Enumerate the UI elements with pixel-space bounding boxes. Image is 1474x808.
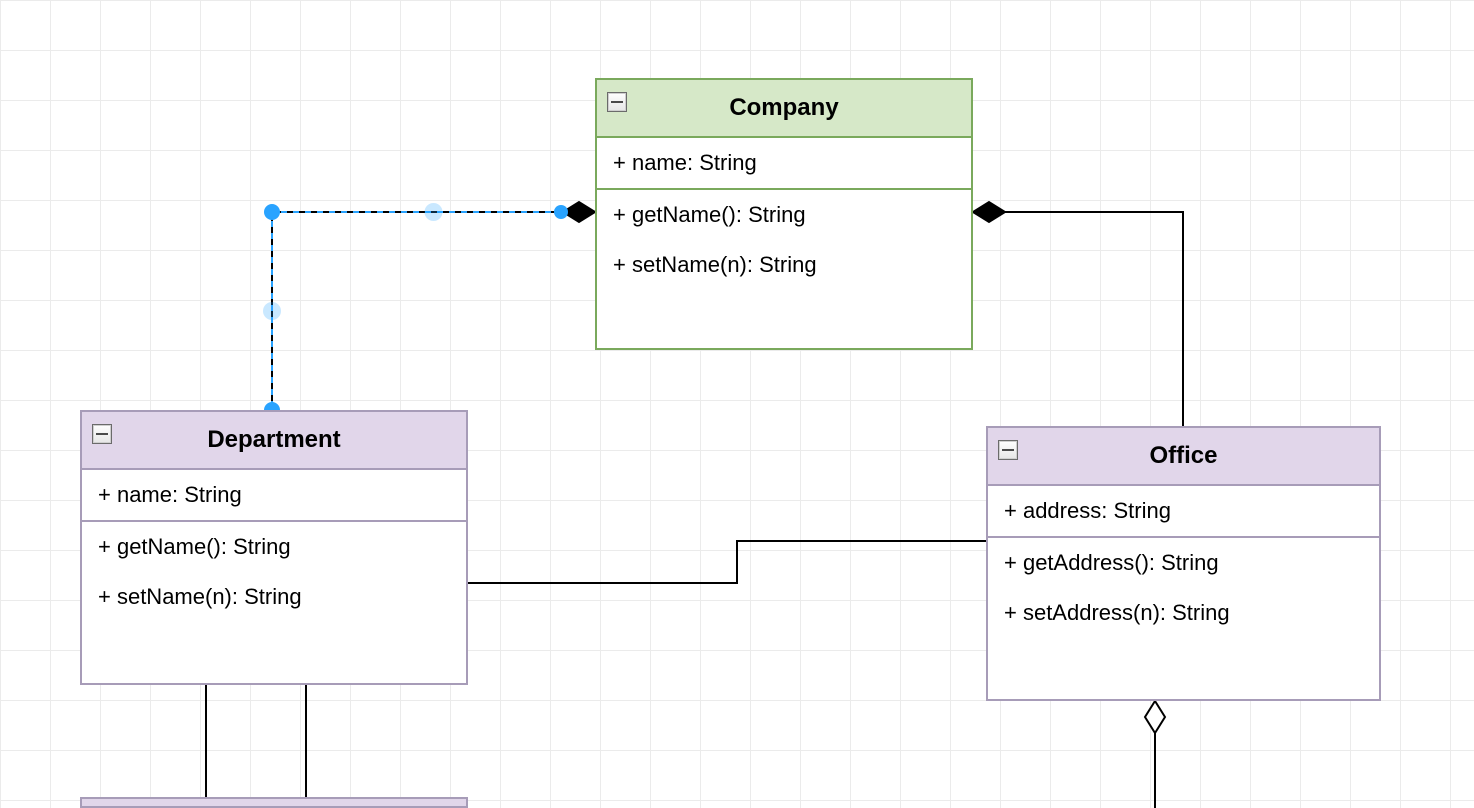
class-operation[interactable]: + getName(): String — [597, 190, 971, 240]
class-office-header[interactable]: Office — [988, 428, 1379, 486]
collapse-toggle-icon[interactable] — [607, 92, 627, 112]
class-partial[interactable] — [80, 797, 468, 808]
operations-section: + getAddress(): String + setAddress(n): … — [988, 538, 1379, 638]
class-company-header[interactable]: Company — [597, 80, 971, 138]
collapse-toggle-icon[interactable] — [92, 424, 112, 444]
attributes-section: + name: String — [82, 470, 466, 522]
class-company[interactable]: Company + name: String + getName(): Stri… — [595, 78, 973, 350]
class-attribute[interactable]: + address: String — [988, 486, 1379, 536]
class-partial-header[interactable] — [82, 799, 466, 808]
class-operation[interactable]: + getName(): String — [82, 522, 466, 572]
diagram-canvas[interactable]: Company + name: String + getName(): Stri… — [0, 0, 1474, 808]
class-operation[interactable]: + setAddress(n): String — [988, 588, 1379, 638]
class-office[interactable]: Office + address: String + getAddress():… — [986, 426, 1381, 701]
class-attribute[interactable]: + name: String — [82, 470, 466, 520]
class-operation[interactable]: + setName(n): String — [597, 240, 971, 290]
attributes-section: + address: String — [988, 486, 1379, 538]
class-department[interactable]: Department + name: String + getName(): S… — [80, 410, 468, 685]
attributes-section: + name: String — [597, 138, 971, 190]
class-attribute[interactable]: + name: String — [597, 138, 971, 188]
collapse-toggle-icon[interactable] — [998, 440, 1018, 460]
class-operation[interactable]: + setName(n): String — [82, 572, 466, 622]
class-title: Department — [207, 426, 340, 453]
class-operation[interactable]: + getAddress(): String — [988, 538, 1379, 588]
operations-section: + getName(): String + setName(n): String — [82, 522, 466, 622]
class-department-header[interactable]: Department — [82, 412, 466, 470]
class-title: Office — [1149, 442, 1217, 469]
operations-section: + getName(): String + setName(n): String — [597, 190, 971, 290]
class-title: Company — [729, 94, 838, 121]
